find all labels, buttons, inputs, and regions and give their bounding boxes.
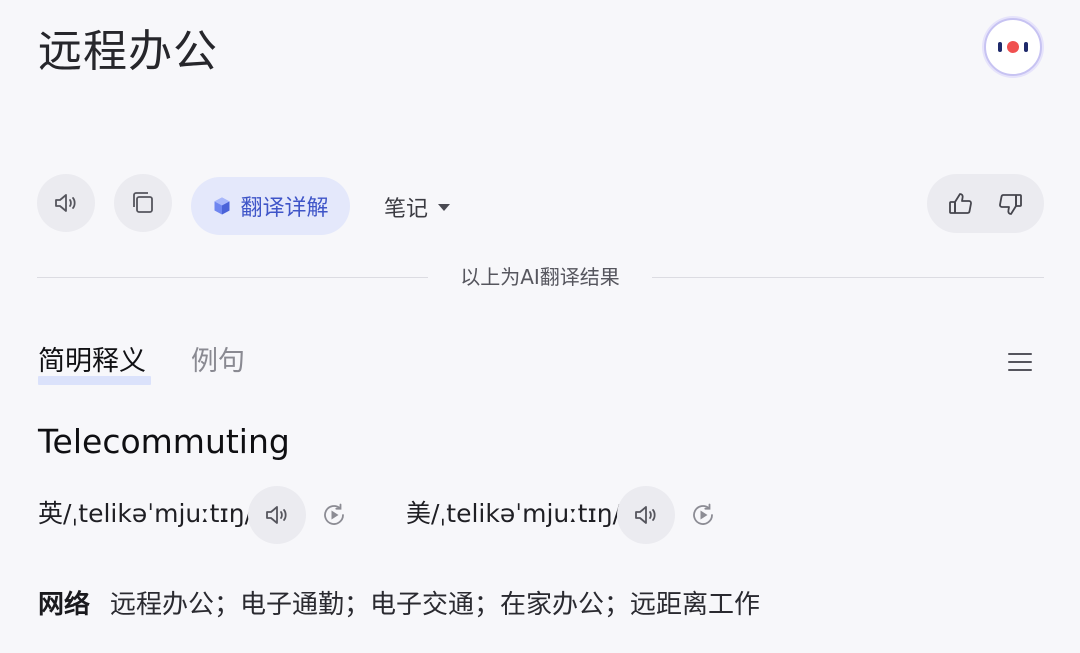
speak-uk-button[interactable] — [248, 486, 306, 544]
caret-down-icon — [438, 203, 451, 211]
notes-dropdown[interactable]: 笔记 — [384, 190, 451, 224]
translation-detail-label: 翻译详解 — [240, 196, 329, 221]
headword: Telecommuting — [38, 422, 290, 461]
tab-concise-definition[interactable]: 简明释义 — [38, 343, 146, 381]
cube-icon — [214, 197, 230, 215]
speak-source-button[interactable] — [37, 174, 95, 232]
copy-icon — [133, 192, 153, 213]
phonetic-uk: 英/ˌtelikəˈmjuːtɪŋ/ — [38, 499, 254, 528]
speaker-icon — [635, 506, 656, 524]
thumbs-down-icon — [998, 193, 1022, 215]
translation-detail-button[interactable]: 翻译详解 — [191, 177, 350, 235]
phonetic-us: 美/ˌtelikəˈmjuːtɪŋ/ — [406, 499, 622, 528]
thumbs-up-icon — [949, 192, 973, 214]
tab-examples[interactable]: 例句 — [191, 343, 245, 381]
speaker-icon — [55, 194, 76, 212]
thumbs-up-button[interactable] — [941, 184, 981, 224]
replay-us-button[interactable] — [686, 498, 720, 532]
definition-source-label: 网络 — [38, 590, 91, 620]
feedback-group — [927, 174, 1044, 233]
ai-result-notice: 以上为AI翻译结果 — [0, 262, 1080, 292]
definition-text: 远程办公；电子通勤；电子交通；在家办公；远距离工作 — [110, 590, 761, 620]
copy-button[interactable] — [114, 174, 172, 232]
speak-us-button[interactable] — [617, 486, 675, 544]
assistant-bot-icon[interactable] — [984, 18, 1042, 76]
replay-uk-button[interactable] — [317, 498, 351, 532]
notes-label: 笔记 — [384, 197, 429, 222]
replay-icon — [324, 503, 344, 525]
hamburger-icon[interactable] — [1006, 350, 1034, 374]
speaker-icon — [266, 506, 287, 524]
definition-row: 网络 远程办公；电子通勤；电子交通；在家办公；远距离工作 — [38, 586, 760, 624]
replay-icon — [693, 503, 713, 525]
thumbs-down-button[interactable] — [990, 184, 1030, 224]
source-text: 远程办公 — [38, 26, 218, 77]
